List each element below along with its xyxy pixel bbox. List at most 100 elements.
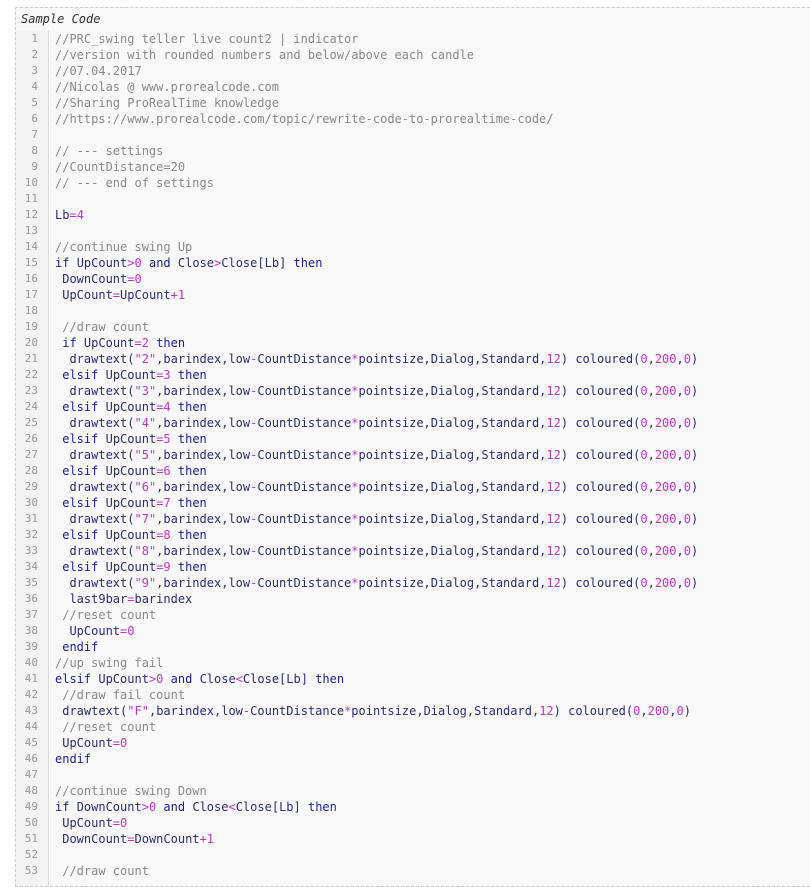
code-line: 2 //version with rounded numbers and belo… [16,47,810,63]
line-number: 12 [24,208,38,221]
code-line: 25 drawtext("4",barindex,low-CountDistan… [16,415,810,431]
line-number: 15 [24,256,38,269]
code-line: 11 [16,191,810,207]
line-number: 29 [24,480,38,493]
code-text: Lb=4 [55,208,84,222]
code-text: UpCount=0 [62,736,128,750]
code-line: 43 drawtext("F",barindex,low-CountDistan… [16,703,810,719]
line-number: 20 [24,336,38,349]
code-text: //Nicolas @ www.prorealcode.com [55,80,279,94]
code-line: 16 DownCount=0 [16,271,810,287]
code-text: if DownCount>0 and Close<Close[Lb] then [55,800,337,814]
line-number: 16 [24,272,38,285]
line-number: 2 [31,48,38,61]
line-number: 23 [24,384,38,397]
code-text: drawtext("3",barindex,low-CountDistance*… [69,384,699,398]
line-number: 27 [24,448,38,461]
code-line: 27 drawtext("5",barindex,low-CountDistan… [16,447,810,463]
code-line: 41 elsif UpCount>0 and Close<Close[Lb] th… [16,671,810,687]
code-text: DownCount=DownCount+1 [62,832,214,846]
code-text: last9bar=barindex [69,592,193,606]
code-text: UpCount=UpCount+1 [62,288,186,302]
line-number: 50 [24,816,38,829]
code-line: 31 drawtext("7",barindex,low-CountDistan… [16,511,810,527]
code-text: //reset count [55,720,157,734]
code-text: drawtext("4",barindex,low-CountDistance*… [69,416,699,430]
code-line: 15 if UpCount>0 and Close>Close[Lb] then [16,255,810,271]
code-text: DownCount=0 [62,272,142,286]
code-text: //Sharing ProRealTime knowledge [55,96,279,110]
code-line: 52 [16,847,810,863]
code-text: //draw count [55,864,149,878]
code-text: elsif UpCount=3 then [62,368,207,382]
code-text: elsif UpCount=4 then [62,400,207,414]
line-number: 46 [24,752,38,765]
code-line: 10 // --- end of settings [16,175,810,191]
code-text: // --- settings [55,144,164,158]
line-number: 53 [24,864,38,877]
code-line: 29 drawtext("6",barindex,low-CountDistan… [16,479,810,495]
line-number: 9 [31,160,38,173]
code-text: elsif UpCount=9 then [62,560,207,574]
line-number: 52 [24,848,38,861]
line-number: 3 [31,64,38,77]
code-line: 5 //Sharing ProRealTime knowledge [16,95,810,111]
line-number: 48 [24,784,38,797]
code-line: 39 endif [16,639,810,655]
line-number: 36 [24,592,38,605]
line-number: 39 [24,640,38,653]
code-text: //version with rounded numbers and below… [55,48,475,62]
line-number: 13 [24,224,38,237]
code-text: //draw fail count [55,688,186,702]
code-line: 3 //07.04.2017 [16,63,810,79]
code-line: 30 elsif UpCount=7 then [16,495,810,511]
line-number: 43 [24,704,38,717]
line-number: 8 [31,144,38,157]
code-text: elsif UpCount=5 then [62,432,207,446]
code-line: 49 if DownCount>0 and Close<Close[Lb] the… [16,799,810,815]
code-text: drawtext("6",barindex,low-CountDistance*… [69,480,699,494]
line-number: 42 [24,688,38,701]
code-block: Sample Code 1 //PRC_swing teller live cou… [15,7,810,887]
code-line: 8 // --- settings [16,143,810,159]
line-number: 41 [24,672,38,685]
line-number: 21 [24,352,38,365]
code-line: 13 [16,223,810,239]
line-number: 33 [24,544,38,557]
code-text: //07.04.2017 [55,64,142,78]
line-number: 45 [24,736,38,749]
line-number: 51 [24,832,38,845]
code-line: 44 //reset count [16,719,810,735]
code-text: elsif UpCount=7 then [62,496,207,510]
line-number: 19 [24,320,38,333]
line-number: 49 [24,800,38,813]
line-number: 47 [24,768,38,781]
line-number: 40 [24,656,38,669]
line-number: 44 [24,720,38,733]
line-number: 37 [24,608,38,621]
code-text: endif [62,640,99,654]
code-line: 46 endif [16,751,810,767]
line-number: 17 [24,288,38,301]
line-number: 1 [31,32,38,45]
code-line: 53 //draw count [16,863,810,879]
line-number: 30 [24,496,38,509]
code-line: 47 [16,767,810,783]
code-line: 20 if UpCount=2 then [16,335,810,351]
code-text: //CountDistance=20 [55,160,186,174]
code-text: // --- end of settings [55,176,214,190]
line-number: 25 [24,416,38,429]
line-number: 31 [24,512,38,525]
code-line: 33 drawtext("8",barindex,low-CountDistan… [16,543,810,559]
code-text: endif [55,752,92,766]
code-line: 42 //draw fail count [16,687,810,703]
line-number: 26 [24,432,38,445]
code-line: 28 elsif UpCount=6 then [16,463,810,479]
code-text: //continue swing Down [55,784,207,798]
code-line: 6 //https://www.prorealcode.com/topic/rew… [16,111,810,127]
code-text: //draw count [55,320,149,334]
code-line: 50 UpCount=0 [16,815,810,831]
code-text: drawtext("5",barindex,low-CountDistance*… [69,448,699,462]
line-number: 7 [31,128,38,141]
code-line: 35 drawtext("9",barindex,low-CountDistan… [16,575,810,591]
